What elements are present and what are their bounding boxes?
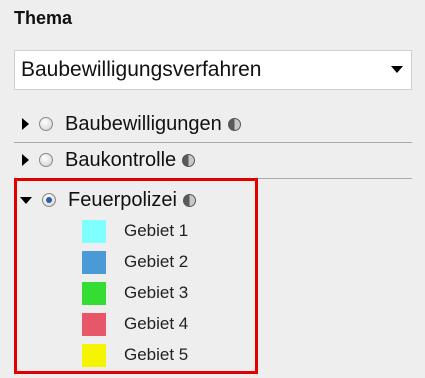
legend-item-gebiet-3: Gebiet 3 [82,280,188,306]
layer-radio-baukontrolle[interactable] [39,153,53,167]
dropdown-arrow-icon[interactable] [391,66,403,73]
theme-dropdown[interactable]: Baubewilligungsverfahren [14,50,412,90]
triangle-down-icon[interactable] [20,196,32,204]
legend-label: Gebiet 2 [124,252,189,271]
row-divider [14,142,412,143]
legend-swatch [82,343,106,367]
triangle-right-icon[interactable] [22,118,29,130]
info-icon[interactable] [182,153,196,167]
legend-swatch [82,312,106,336]
legend-item-gebiet-4: Gebiet 4 [82,311,188,337]
info-icon[interactable] [182,193,196,207]
layer-row-baukontrolle[interactable]: Baukontrolle [14,144,412,179]
section-title: Thema [14,8,73,28]
layer-label[interactable]: Baubewilligungen [65,113,222,136]
layer-radio-baubewilligungen[interactable] [39,117,53,131]
legend-swatch [82,250,106,274]
legend-item-gebiet-1: Gebiet 1 [82,218,188,244]
triangle-right-icon[interactable] [22,154,29,166]
layer-row-baubewilligungen[interactable]: Baubewilligungen [14,108,412,143]
row-divider [14,178,412,179]
legend-swatch [82,219,106,243]
theme-dropdown-value: Baubewilligungsverfahren [21,58,262,81]
legend-label: Gebiet 3 [124,283,189,302]
theme-panel: Thema Baubewilligungsverfahren Baubewill… [0,0,425,378]
legend-label: Gebiet 5 [124,345,189,364]
layer-label[interactable]: Baukontrolle [65,149,176,172]
legend-item-gebiet-5: Gebiet 5 [82,342,188,368]
layer-label[interactable]: Feuerpolizei [68,189,177,212]
legend-label: Gebiet 1 [124,221,189,240]
layer-row-feuerpolizei[interactable]: Feuerpolizei [14,184,412,216]
legend-swatch [82,281,106,305]
legend-item-gebiet-2: Gebiet 2 [82,249,188,275]
layer-radio-feuerpolizei[interactable] [42,193,56,207]
legend-label: Gebiet 4 [124,314,189,333]
info-icon[interactable] [227,117,241,131]
